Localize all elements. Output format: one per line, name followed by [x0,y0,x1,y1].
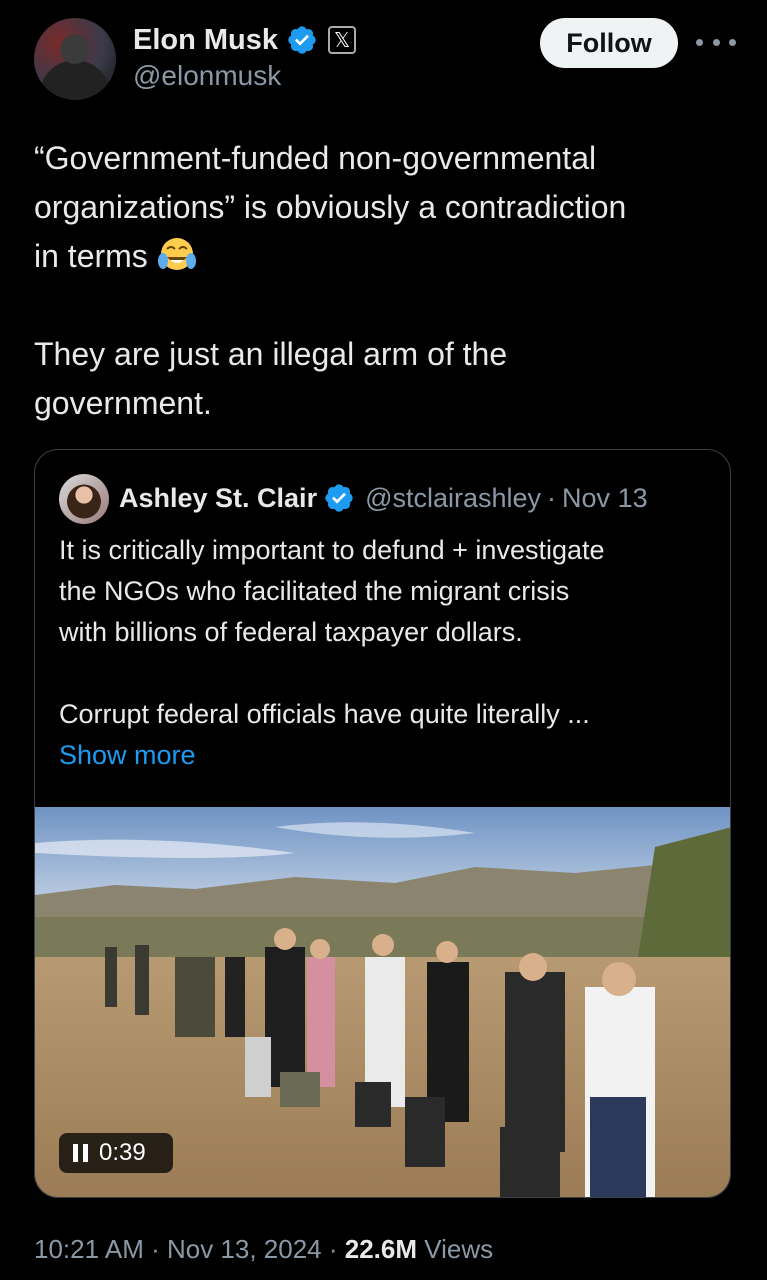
quoted-line: the NGOs who facilitated the migrant cri… [59,576,570,606]
verified-badge-icon [325,484,353,512]
quoted-tweet-date[interactable]: Nov 13 [562,483,648,514]
x-logo-icon: 𝕏 [328,26,357,54]
tweet-line: “Government-funded non-governmental [34,140,597,176]
tears-of-joy-emoji-icon [157,238,196,270]
separator-dot: · [321,1234,345,1264]
tweet-line-text: in terms [34,238,148,274]
author-handle[interactable]: @elonmusk [133,60,281,92]
quoted-author-name[interactable]: Ashley St. Clair [119,483,317,514]
separator-dot: · [547,482,557,513]
separator-dot: · [143,1234,167,1264]
author-name-row: Elon Musk 𝕏 [133,20,357,60]
tweet-line: government. [34,385,212,421]
video-player[interactable]: 0:39 [35,807,730,1197]
quoted-line: with billions of federal taxpayer dollar… [59,617,523,647]
video-timestamp-pill[interactable]: 0:39 [59,1133,173,1173]
tweet-line: They are just an illegal arm of the [34,336,508,372]
quoted-line: Corrupt federal officials have quite lit… [59,699,590,729]
tweet-date[interactable]: Nov 13, 2024 [167,1234,322,1264]
views-count[interactable]: 22.6M [345,1234,417,1264]
quoted-author-avatar[interactable] [59,474,109,524]
pause-icon[interactable] [73,1144,89,1162]
tweet-time[interactable]: 10:21 AM [34,1234,144,1264]
follow-button[interactable]: Follow [540,18,678,68]
quoted-tweet-text: It is critically important to defund + i… [59,530,709,776]
quoted-tweet-header: Ashley St. Clair @stclairashley · Nov 13 [119,478,648,518]
more-options-icon[interactable] [696,26,736,58]
tweet-meta: 10:21 AM · Nov 13, 2024 · 22.6M Views [34,1234,493,1265]
tweet-text: “Government-funded non-governmental orga… [34,134,734,428]
author-avatar[interactable] [34,18,116,100]
show-more-link[interactable]: Show more [59,735,709,776]
verified-badge-icon [288,26,316,54]
author-display-name[interactable]: Elon Musk [133,24,278,57]
tweet-line: in terms [34,232,734,281]
video-time: 0:39 [99,1139,146,1166]
quoted-author-handle[interactable]: @stclairashley [365,483,541,514]
quoted-line: It is critically important to defund + i… [59,535,605,565]
quoted-tweet-card[interactable]: Ashley St. Clair @stclairashley · Nov 13… [34,449,731,1198]
tweet-line: organizations” is obviously a contradict… [34,189,627,225]
views-label: Views [417,1234,494,1264]
